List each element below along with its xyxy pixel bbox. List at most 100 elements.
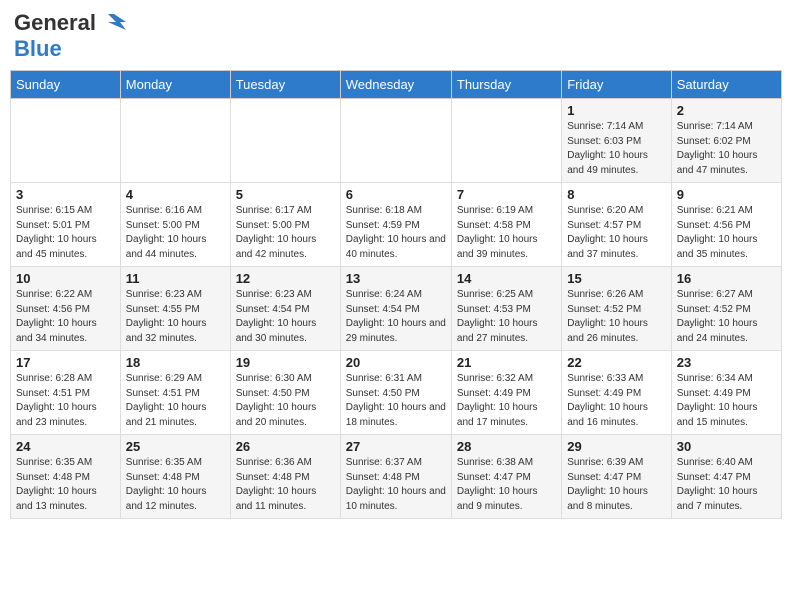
calendar-cell: 19 Sunrise: 6:30 AM Sunset: 4:50 PM Dayli…: [230, 351, 340, 435]
day-number: 5: [236, 187, 335, 202]
calendar-cell: [340, 99, 451, 183]
day-info: Sunrise: 6:39 AM Sunset: 4:47 PM Dayligh…: [567, 456, 666, 514]
day-info: Sunrise: 6:23 AM Sunset: 4:54 PM Dayligh…: [236, 288, 335, 346]
day-number: 17: [16, 355, 115, 370]
calendar-cell: 17 Sunrise: 6:28 AM Sunset: 4:51 PM Dayli…: [11, 351, 121, 435]
calendar-cell: 27 Sunrise: 6:37 AM Sunset: 4:48 PM Dayli…: [340, 435, 451, 519]
day-number: 25: [126, 439, 225, 454]
day-number: 10: [16, 271, 115, 286]
day-info: Sunrise: 6:28 AM Sunset: 4:51 PM Dayligh…: [16, 372, 115, 430]
day-number: 15: [567, 271, 666, 286]
calendar-week-row: 24 Sunrise: 6:35 AM Sunset: 4:48 PM Dayli…: [11, 435, 782, 519]
day-number: 6: [346, 187, 446, 202]
day-info: Sunrise: 6:29 AM Sunset: 4:51 PM Dayligh…: [126, 372, 225, 430]
calendar-cell: 7 Sunrise: 6:19 AM Sunset: 4:58 PM Daylig…: [451, 183, 561, 267]
day-number: 19: [236, 355, 335, 370]
calendar-cell: 13 Sunrise: 6:24 AM Sunset: 4:54 PM Dayli…: [340, 267, 451, 351]
day-number: 29: [567, 439, 666, 454]
calendar-cell: 29 Sunrise: 6:39 AM Sunset: 4:47 PM Dayli…: [562, 435, 672, 519]
calendar-cell: 14 Sunrise: 6:25 AM Sunset: 4:53 PM Dayli…: [451, 267, 561, 351]
calendar-week-row: 1 Sunrise: 7:14 AM Sunset: 6:03 PM Daylig…: [11, 99, 782, 183]
day-number: 21: [457, 355, 556, 370]
calendar-cell: 9Sunrise: 6:21 AM Sunset: 4:56 PM Daylig…: [671, 183, 781, 267]
calendar-week-row: 17 Sunrise: 6:28 AM Sunset: 4:51 PM Dayli…: [11, 351, 782, 435]
day-info: Sunrise: 7:14 AM Sunset: 6:03 PM Dayligh…: [567, 120, 666, 178]
day-info: Sunrise: 6:23 AM Sunset: 4:55 PM Dayligh…: [126, 288, 225, 346]
calendar-cell: 3Sunrise: 6:15 AM Sunset: 5:01 PM Daylig…: [11, 183, 121, 267]
calendar-cell: [11, 99, 121, 183]
calendar-cell: 1 Sunrise: 7:14 AM Sunset: 6:03 PM Daylig…: [562, 99, 672, 183]
calendar-cell: 24 Sunrise: 6:35 AM Sunset: 4:48 PM Dayli…: [11, 435, 121, 519]
day-info: Sunrise: 6:18 AM Sunset: 4:59 PM Dayligh…: [346, 204, 446, 262]
calendar-cell: 16 Sunrise: 6:27 AM Sunset: 4:52 PM Dayli…: [671, 267, 781, 351]
calendar-cell: [120, 99, 230, 183]
day-number: 3: [16, 187, 115, 202]
logo-bird-icon: [98, 12, 130, 34]
calendar-cell: 26 Sunrise: 6:36 AM Sunset: 4:48 PM Dayli…: [230, 435, 340, 519]
calendar-cell: 6 Sunrise: 6:18 AM Sunset: 4:59 PM Daylig…: [340, 183, 451, 267]
day-number: 9: [677, 187, 776, 202]
day-number: 16: [677, 271, 776, 286]
calendar-header-row: SundayMondayTuesdayWednesdayThursdayFrid…: [11, 71, 782, 99]
page-header: General Blue: [10, 10, 782, 62]
day-info: Sunrise: 7:14 AM Sunset: 6:02 PM Dayligh…: [677, 120, 776, 178]
calendar-cell: [451, 99, 561, 183]
calendar-cell: 4Sunrise: 6:16 AM Sunset: 5:00 PM Daylig…: [120, 183, 230, 267]
day-number: 22: [567, 355, 666, 370]
calendar-cell: 10 Sunrise: 6:22 AM Sunset: 4:56 PM Dayli…: [11, 267, 121, 351]
calendar-cell: 12 Sunrise: 6:23 AM Sunset: 4:54 PM Dayli…: [230, 267, 340, 351]
weekday-header-saturday: Saturday: [671, 71, 781, 99]
day-number: 20: [346, 355, 446, 370]
day-info: Sunrise: 6:32 AM Sunset: 4:49 PM Dayligh…: [457, 372, 556, 430]
calendar-cell: 11 Sunrise: 6:23 AM Sunset: 4:55 PM Dayli…: [120, 267, 230, 351]
day-info: Sunrise: 6:40 AM Sunset: 4:47 PM Dayligh…: [677, 456, 776, 514]
day-number: 26: [236, 439, 335, 454]
day-info: Sunrise: 6:35 AM Sunset: 4:48 PM Dayligh…: [126, 456, 225, 514]
day-info: Sunrise: 6:35 AM Sunset: 4:48 PM Dayligh…: [16, 456, 115, 514]
day-number: 12: [236, 271, 335, 286]
day-info: Sunrise: 6:33 AM Sunset: 4:49 PM Dayligh…: [567, 372, 666, 430]
day-info: Sunrise: 6:37 AM Sunset: 4:48 PM Dayligh…: [346, 456, 446, 514]
day-number: 24: [16, 439, 115, 454]
day-info: Sunrise: 6:20 AM Sunset: 4:57 PM Dayligh…: [567, 204, 666, 262]
day-number: 11: [126, 271, 225, 286]
day-info: Sunrise: 6:34 AM Sunset: 4:49 PM Dayligh…: [677, 372, 776, 430]
day-info: Sunrise: 6:24 AM Sunset: 4:54 PM Dayligh…: [346, 288, 446, 346]
calendar-week-row: 3Sunrise: 6:15 AM Sunset: 5:01 PM Daylig…: [11, 183, 782, 267]
calendar-cell: 22 Sunrise: 6:33 AM Sunset: 4:49 PM Dayli…: [562, 351, 672, 435]
calendar-cell: 5 Sunrise: 6:17 AM Sunset: 5:00 PM Daylig…: [230, 183, 340, 267]
calendar-cell: 30 Sunrise: 6:40 AM Sunset: 4:47 PM Dayli…: [671, 435, 781, 519]
logo-blue-text: Blue: [14, 36, 62, 61]
day-number: 14: [457, 271, 556, 286]
weekday-header-sunday: Sunday: [11, 71, 121, 99]
weekday-header-wednesday: Wednesday: [340, 71, 451, 99]
calendar-cell: 28 Sunrise: 6:38 AM Sunset: 4:47 PM Dayli…: [451, 435, 561, 519]
day-info: Sunrise: 6:17 AM Sunset: 5:00 PM Dayligh…: [236, 204, 335, 262]
logo-general-text: General: [14, 10, 96, 36]
day-number: 27: [346, 439, 446, 454]
day-number: 2: [677, 103, 776, 118]
day-info: Sunrise: 6:25 AM Sunset: 4:53 PM Dayligh…: [457, 288, 556, 346]
day-info: Sunrise: 6:31 AM Sunset: 4:50 PM Dayligh…: [346, 372, 446, 430]
day-number: 1: [567, 103, 666, 118]
day-number: 8: [567, 187, 666, 202]
day-number: 13: [346, 271, 446, 286]
day-info: Sunrise: 6:38 AM Sunset: 4:47 PM Dayligh…: [457, 456, 556, 514]
day-info: Sunrise: 6:36 AM Sunset: 4:48 PM Dayligh…: [236, 456, 335, 514]
day-info: Sunrise: 6:22 AM Sunset: 4:56 PM Dayligh…: [16, 288, 115, 346]
day-info: Sunrise: 6:30 AM Sunset: 4:50 PM Dayligh…: [236, 372, 335, 430]
day-number: 7: [457, 187, 556, 202]
weekday-header-tuesday: Tuesday: [230, 71, 340, 99]
calendar-week-row: 10 Sunrise: 6:22 AM Sunset: 4:56 PM Dayli…: [11, 267, 782, 351]
day-number: 4: [126, 187, 225, 202]
day-number: 28: [457, 439, 556, 454]
weekday-header-thursday: Thursday: [451, 71, 561, 99]
day-info: Sunrise: 6:19 AM Sunset: 4:58 PM Dayligh…: [457, 204, 556, 262]
day-info: Sunrise: 6:26 AM Sunset: 4:52 PM Dayligh…: [567, 288, 666, 346]
calendar-cell: [230, 99, 340, 183]
day-info: Sunrise: 6:27 AM Sunset: 4:52 PM Dayligh…: [677, 288, 776, 346]
day-number: 30: [677, 439, 776, 454]
calendar-cell: 8 Sunrise: 6:20 AM Sunset: 4:57 PM Daylig…: [562, 183, 672, 267]
day-number: 18: [126, 355, 225, 370]
weekday-header-monday: Monday: [120, 71, 230, 99]
